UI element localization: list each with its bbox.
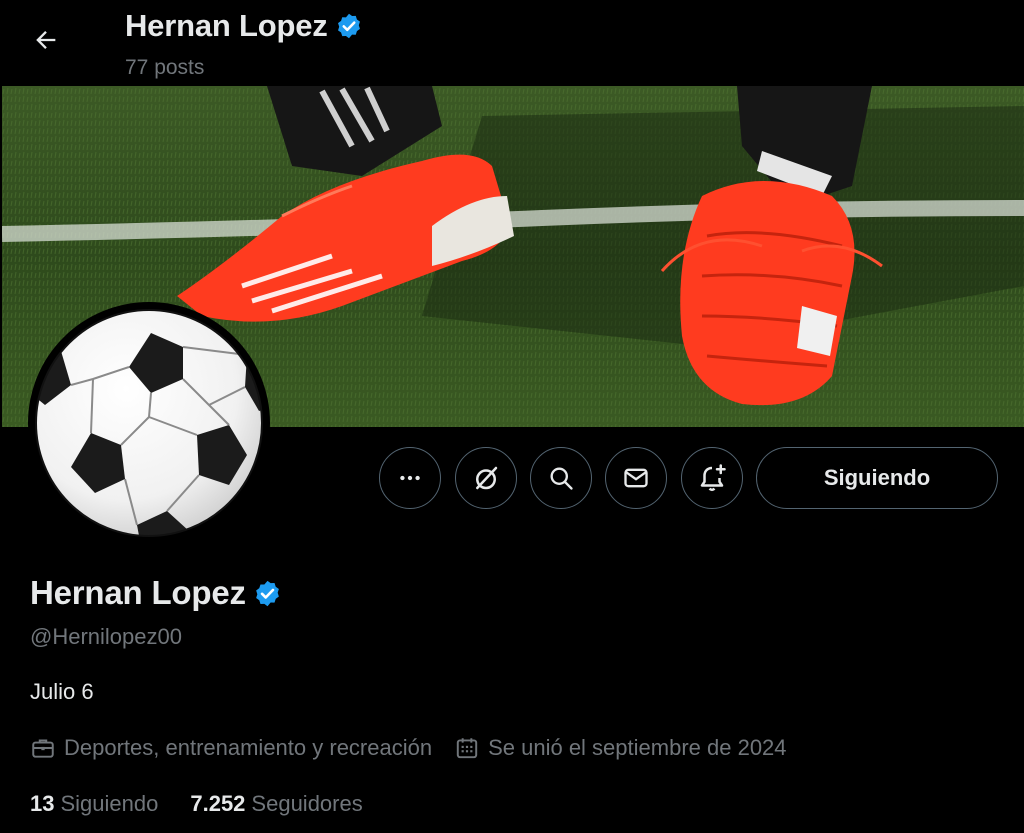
verified-badge-icon[interactable] — [253, 579, 282, 608]
followers-count-link[interactable]: 7.252 Seguidores — [190, 791, 362, 817]
slash-circle-icon — [476, 466, 498, 490]
category-item: Deportes, entrenamiento y recreación — [30, 735, 432, 761]
briefcase-icon — [32, 739, 54, 758]
notifications-button[interactable] — [681, 447, 743, 509]
following-button[interactable]: Siguiendo — [756, 447, 998, 509]
more-dots-icon — [400, 475, 420, 481]
verified-badge-icon — [337, 13, 360, 39]
calendar-icon — [456, 738, 478, 759]
search-icon — [550, 467, 573, 490]
category-text[interactable]: Deportes, entrenamiento y recreación — [64, 735, 432, 761]
profile-bio: Julio 6 — [30, 679, 94, 704]
header-post-count: 77 posts — [125, 56, 205, 79]
search-profile-button[interactable] — [530, 447, 592, 509]
header-name: Hernan Lopez — [125, 8, 328, 43]
joined-text: Se unió el septiembre de 2024 — [488, 735, 787, 760]
back-button[interactable] — [22, 18, 70, 62]
profile-meta: Deportes, entrenamiento y recreación Se … — [30, 735, 809, 761]
following-count-link[interactable]: 13 Siguiendo — [30, 791, 158, 817]
grok-button[interactable] — [455, 447, 517, 509]
header-name-row: Hernan Lopez — [125, 8, 363, 44]
profile-handle: @Hernilopez00 — [30, 624, 182, 649]
following-count: 13 — [30, 791, 55, 816]
followers-label: Seguidores — [251, 791, 363, 816]
profile-name-row: Hernan Lopez — [30, 574, 282, 612]
profile-actions: Siguiendo — [0, 447, 1024, 509]
profile-name: Hernan Lopez — [30, 574, 246, 611]
following-label: Siguiendo — [60, 791, 159, 816]
profile-stats: 13 Siguiendo 7.252 Seguidores — [30, 791, 395, 817]
joined-item: Se unió el septiembre de 2024 — [454, 735, 787, 761]
more-button[interactable] — [379, 447, 441, 509]
envelope-icon — [624, 468, 648, 488]
arrow-left-icon — [36, 31, 56, 49]
top-bar: Hernan Lopez 77 posts — [0, 0, 1024, 86]
message-button[interactable] — [605, 447, 667, 509]
bell-plus-icon — [700, 464, 726, 492]
followers-count: 7.252 — [190, 791, 246, 816]
